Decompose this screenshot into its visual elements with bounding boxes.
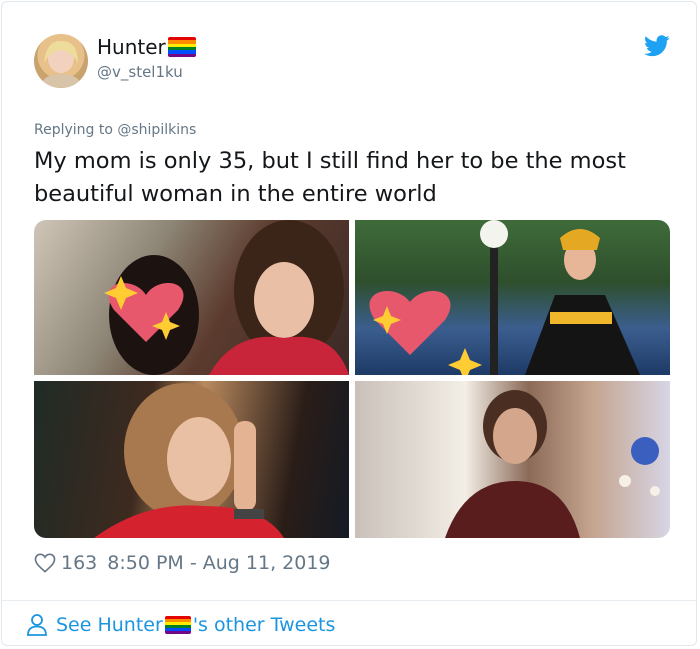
footer-suffix: 's other Tweets [192, 614, 336, 636]
photo-4-image [445, 390, 660, 538]
tweet-meta: 163 8:50 PM - Aug 11, 2019 [34, 552, 331, 574]
user-name-row[interactable]: Hunter [97, 35, 196, 59]
like-count[interactable]: 163 [61, 552, 97, 574]
rainbow-flag-icon [167, 37, 196, 57]
photo-2-image [369, 220, 640, 375]
display-name[interactable]: Hunter [97, 35, 166, 59]
tweet-card: Hunter @v_stel1ku Replying to @shipilkin… [1, 1, 697, 646]
photo-3-image [94, 383, 284, 538]
heart-outline-icon[interactable] [34, 553, 56, 573]
replying-to[interactable]: Replying to @shipilkins [34, 122, 196, 138]
media-grid [34, 220, 670, 538]
timestamp[interactable]: 8:50 PM - Aug 11, 2019 [107, 552, 330, 574]
twitter-bird-icon[interactable] [644, 35, 670, 57]
tweet-text: My mom is only 35, but I still find her … [34, 148, 626, 207]
divider [2, 600, 696, 601]
footer-prefix: See Hunter [56, 614, 163, 636]
photo-3[interactable] [34, 381, 349, 538]
user-handle[interactable]: @v_stel1ku [97, 63, 183, 81]
photo-1-image [104, 220, 349, 375]
avatar-portrait [40, 40, 82, 88]
avatar[interactable] [34, 34, 88, 88]
rainbow-flag-icon [164, 616, 191, 634]
person-icon [27, 614, 47, 636]
photo-1[interactable] [34, 220, 349, 375]
photo-4[interactable] [355, 381, 670, 538]
photo-2[interactable] [355, 220, 670, 375]
see-other-tweets-link[interactable]: See Hunter 's other Tweets [26, 613, 335, 637]
